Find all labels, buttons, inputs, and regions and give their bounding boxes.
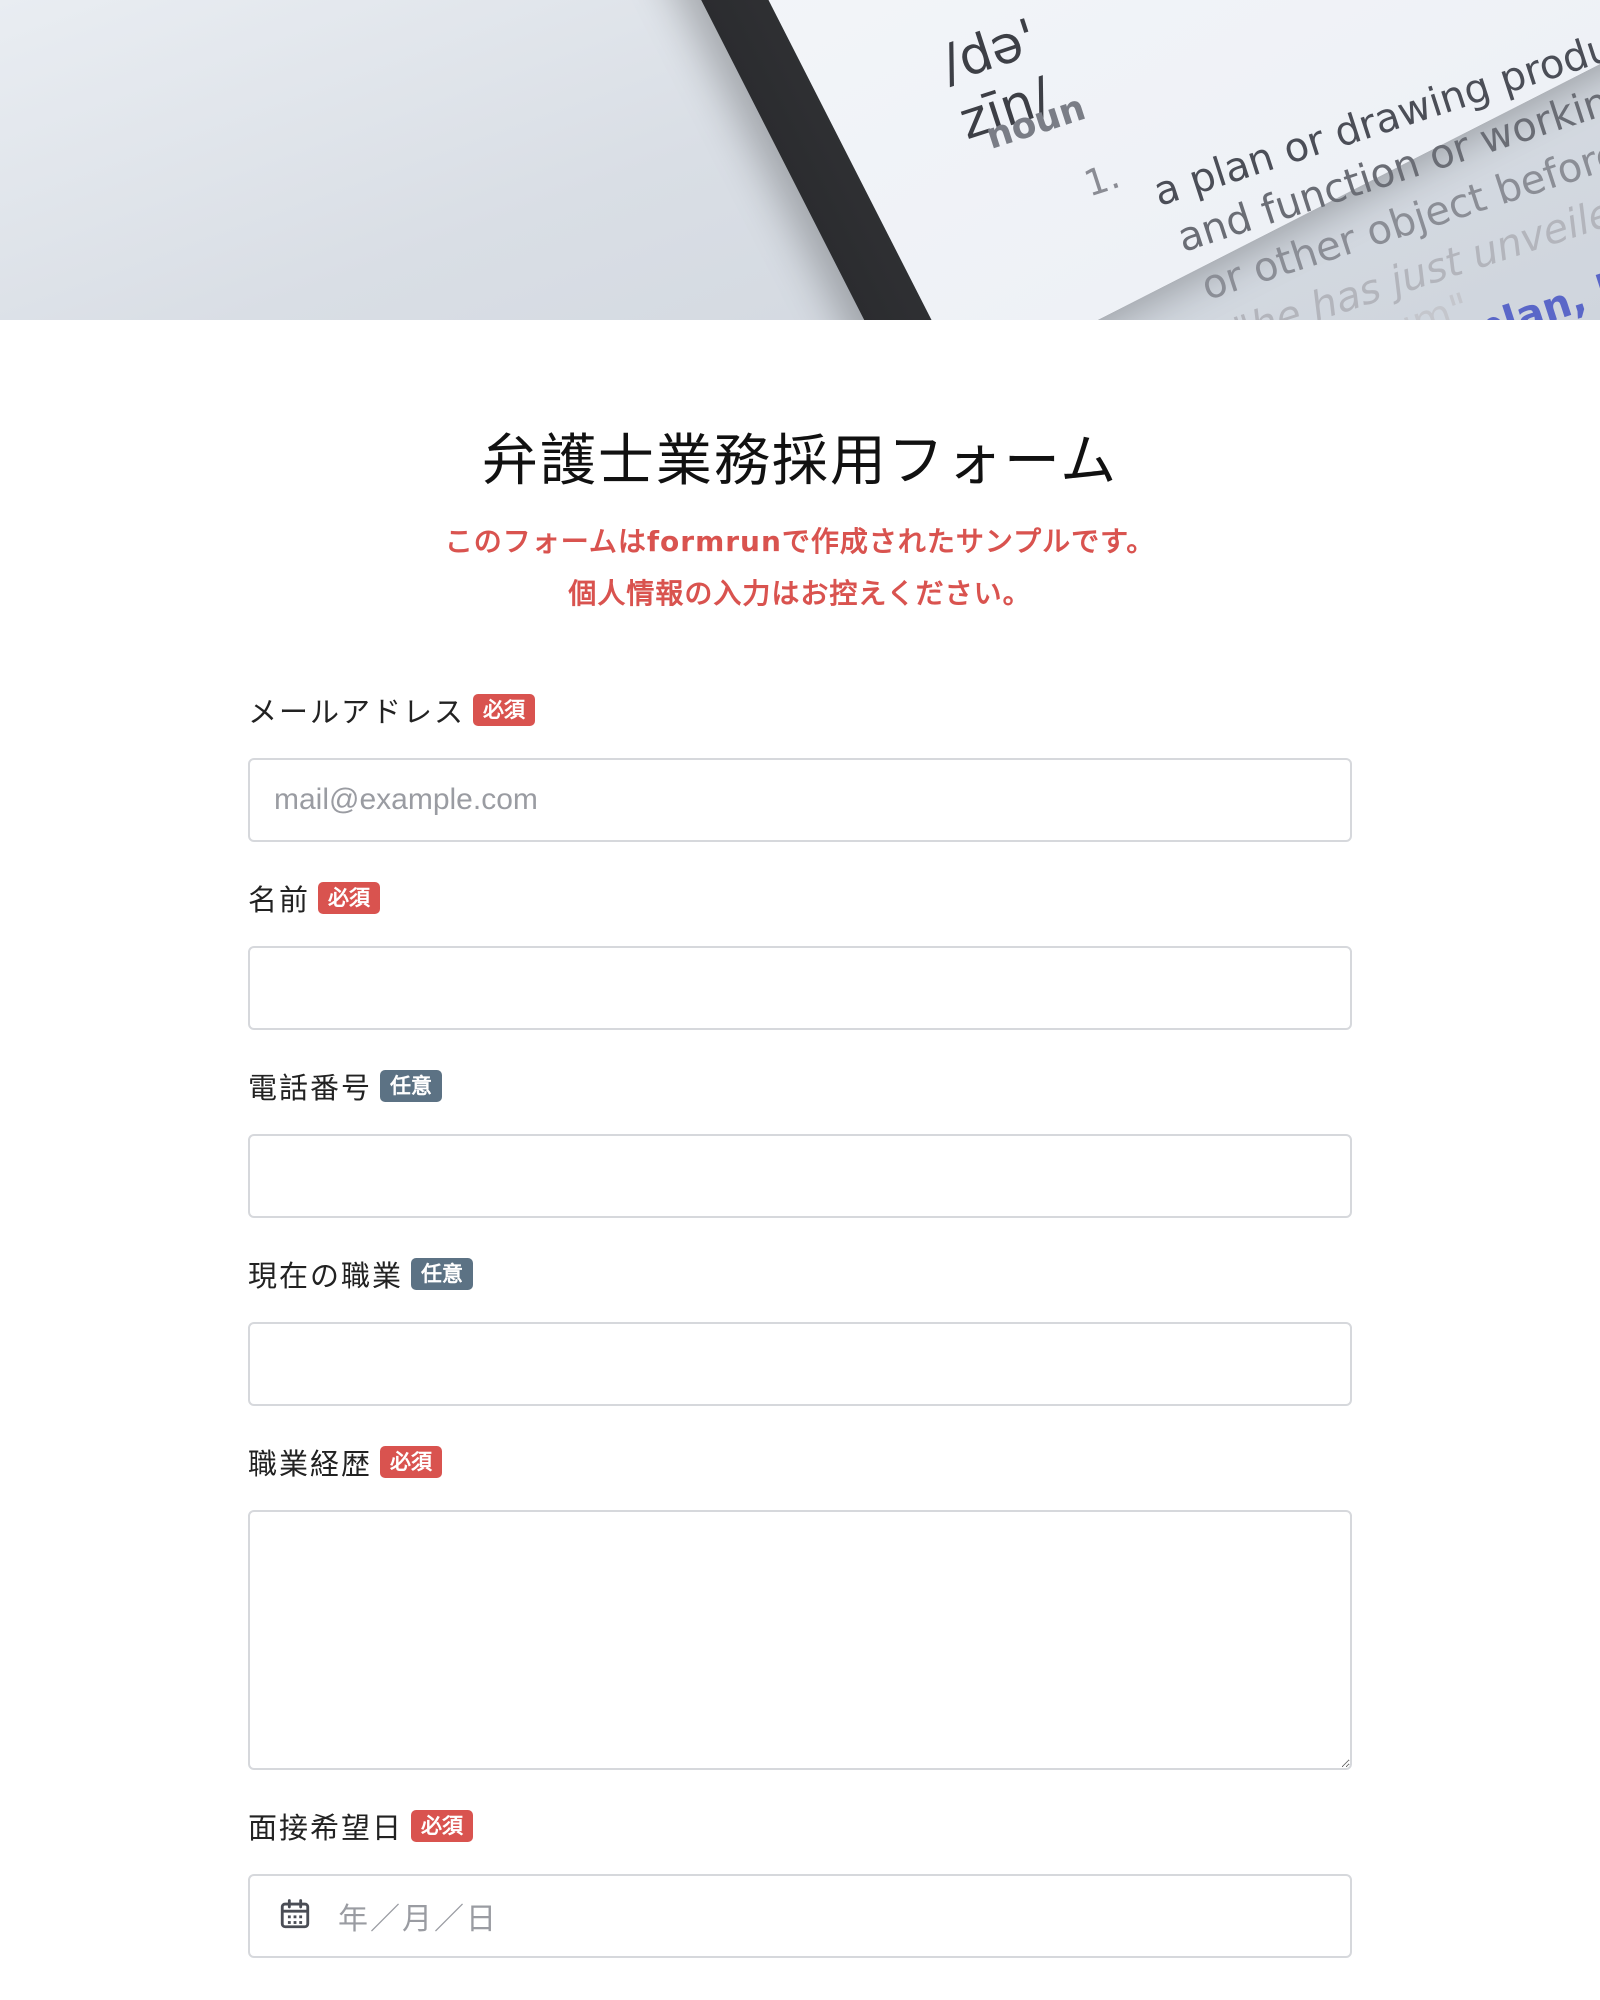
field-label: 電話番号 任意 [248,1066,1352,1106]
sample-notice: このフォームはformrunで作成されたサンプルです。 個人情報の入力はお控えく… [0,516,1600,620]
optional-badge: 任意 [411,1258,474,1290]
name-input[interactable] [248,946,1352,1030]
calendar-icon [278,1897,312,1935]
field-label: 職業経歴 必須 [248,1442,1352,1482]
phone-input[interactable] [248,1134,1352,1218]
occupation-input[interactable] [248,1322,1352,1406]
notice-line: このフォームはformrunで作成されたサンプルです。 [444,525,1156,558]
interview-date-field-group: 面接希望日 必須 年／月／日 [248,1806,1352,1958]
career-label: 職業経歴 [248,1447,373,1481]
email-label: メールアドレス [248,695,466,729]
required-badge: 必須 [318,882,381,914]
header-image: /də' zīn/ noun 1. a plan or drawing prod… [0,0,1600,320]
interview-date-label: 面接希望日 [248,1811,404,1845]
field-label: メールアドレス 必須 [248,690,1352,730]
form-title: 弁護士業務採用フォーム [481,429,1119,494]
field-label: 現在の職業 任意 [248,1254,1352,1294]
field-label: 名前 必須 [248,878,1352,918]
career-field-group: 職業経歴 必須 [248,1442,1352,1774]
optional-badge: 任意 [380,1070,443,1102]
career-textarea[interactable] [248,1510,1352,1770]
name-label: 名前 [248,883,311,917]
field-label: 面接希望日 必須 [248,1806,1352,1846]
required-badge: 必須 [411,1810,474,1842]
occupation-field-group: 現在の職業 任意 [248,1254,1352,1406]
email-field-group: メールアドレス 必須 [248,690,1352,842]
name-field-group: 名前 必須 [248,878,1352,1030]
required-badge: 必須 [473,694,536,726]
email-input[interactable] [248,758,1352,842]
date-placeholder: 年／月／日 [338,1902,498,1937]
phone-label: 電話番号 [248,1071,373,1105]
phone-field-group: 電話番号 任意 [248,1066,1352,1218]
occupation-label: 現在の職業 [248,1259,404,1293]
notice-line: 個人情報の入力はお控えください。 [568,577,1032,610]
interview-date-input[interactable]: 年／月／日 [248,1874,1352,1958]
required-badge: 必須 [380,1446,443,1478]
